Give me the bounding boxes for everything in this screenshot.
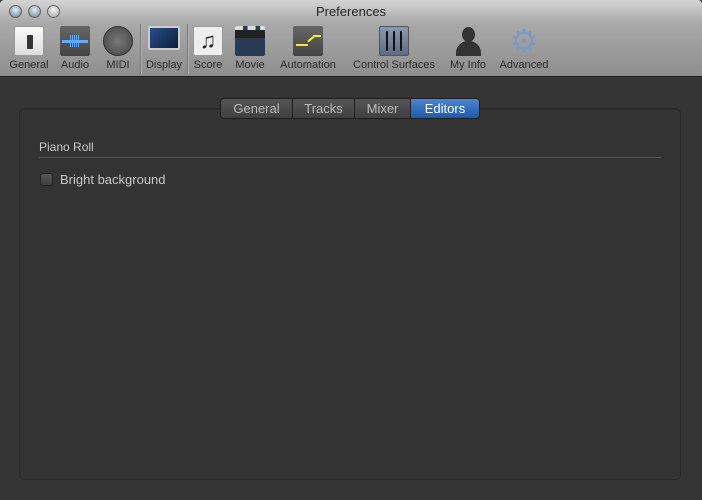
tab-editors[interactable]: Editors: [411, 99, 479, 118]
section-title: Piano Roll: [39, 140, 94, 154]
tab-general[interactable]: General: [221, 99, 293, 118]
toolbar-audio[interactable]: Audio: [57, 26, 93, 76]
monitor-icon: [148, 26, 180, 50]
toolbar-separator: [187, 24, 188, 74]
toolbar-control-surfaces[interactable]: Control Surfaces: [349, 26, 439, 76]
section-divider: [39, 157, 661, 158]
toolbar-midi[interactable]: MIDI: [102, 26, 134, 76]
toolbar-score[interactable]: ♫ Score: [191, 26, 225, 76]
bright-background-label[interactable]: Bright background: [60, 172, 166, 187]
toolbar-label: Display: [145, 59, 183, 71]
toolbar-movie[interactable]: Movie: [232, 26, 268, 76]
toolbar-label: Control Surfaces: [353, 59, 435, 71]
toolbar-general[interactable]: General: [7, 26, 51, 76]
midi-connector-icon: [103, 26, 133, 56]
switch-icon: [14, 26, 44, 56]
toolbar-label: Movie: [235, 59, 265, 71]
music-notes-icon: ♫: [193, 26, 223, 56]
toolbar-advanced[interactable]: ⚙ Advanced: [497, 23, 551, 76]
toolbar-label: Score: [193, 59, 223, 71]
toolbar-display[interactable]: Display: [143, 26, 185, 76]
toolbar-label: MIDI: [106, 59, 130, 71]
toolbar-label: Advanced: [499, 59, 549, 71]
tab-mixer[interactable]: Mixer: [355, 99, 411, 118]
person-icon: [453, 26, 483, 56]
toolbar-label: General: [9, 59, 49, 71]
automation-curve-icon: [293, 26, 323, 56]
toolbar-label: Automation: [280, 59, 336, 71]
tab-bar: General Tracks Mixer Editors: [220, 98, 480, 119]
tab-tracks[interactable]: Tracks: [293, 99, 355, 118]
faders-icon: [379, 26, 409, 56]
bright-background-checkbox[interactable]: [40, 173, 53, 186]
toolbar-my-info[interactable]: My Info: [446, 26, 490, 76]
waveform-icon: [60, 26, 90, 56]
window-title: Preferences: [315, 4, 387, 19]
clapperboard-icon: [235, 26, 265, 56]
title-bar: Preferences General Audio MIDI Display ♫…: [0, 0, 702, 77]
editors-panel: [19, 108, 681, 480]
toolbar-label: My Info: [449, 59, 487, 71]
gear-icon: ⚙: [509, 23, 539, 59]
toolbar-automation[interactable]: Automation: [275, 26, 341, 76]
toolbar-label: Audio: [60, 59, 90, 71]
toolbar-separator: [140, 24, 141, 74]
